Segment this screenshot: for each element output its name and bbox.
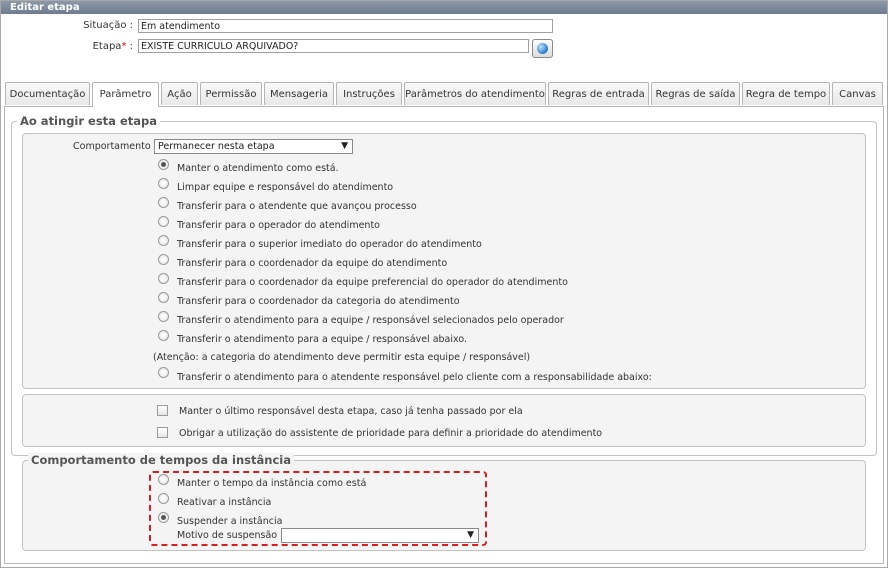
globe-icon <box>537 43 548 54</box>
etapa-label-colon: : <box>126 41 133 52</box>
option-label: Transferir o atendimento para a equipe /… <box>177 334 468 345</box>
tab-acao[interactable]: Ação <box>161 82 198 105</box>
section-ao-atingir-legend: Ao atingir esta etapa <box>17 114 160 128</box>
radio-transferir-coord-preferencial[interactable] <box>158 273 169 284</box>
highlight-box <box>149 471 487 546</box>
tab-permissao[interactable]: Permissão <box>200 82 262 105</box>
situacao-label: Situação : <box>83 20 133 31</box>
tab-regras-saida[interactable]: Regras de saída <box>651 82 740 105</box>
tab-parametro[interactable]: Parâmetro <box>92 82 159 107</box>
option-label: Transferir para o coordenador da equipe … <box>177 258 448 269</box>
radio-transferir-atendente[interactable] <box>158 197 169 208</box>
etapa-field[interactable] <box>138 39 529 53</box>
etapa-label-text: Etapa <box>92 41 122 52</box>
window-title: Editar etapa <box>1 1 887 14</box>
checkbox-obrigar-assistente[interactable] <box>157 427 168 438</box>
tab-canvas[interactable]: Canvas <box>832 82 883 105</box>
option-label: Limpar equipe e responsável do atendimen… <box>177 182 394 193</box>
radio-transferir-selecionados[interactable] <box>158 311 169 322</box>
radio-transferir-coord-categoria[interactable] <box>158 292 169 303</box>
etapa-label: Etapa* : <box>61 41 133 52</box>
checkbox-manter-ultimo-responsavel[interactable] <box>157 405 168 416</box>
option-label: Transferir o atendimento para a equipe /… <box>177 315 564 326</box>
option-label: Transferir para o superior imediato do o… <box>177 239 482 250</box>
radio-transferir-abaixo[interactable] <box>158 330 169 341</box>
etapa-lookup-button[interactable] <box>532 39 553 58</box>
radio-transferir-responsavel-cliente[interactable] <box>158 367 169 378</box>
tab-parametros-atendimento[interactable]: Parâmetros do atendimento <box>404 82 546 105</box>
option-label: Transferir para o atendente que avançou … <box>177 201 417 212</box>
option-label: Transferir o atendimento para o atendent… <box>177 372 652 383</box>
tab-regra-tempo[interactable]: Regra de tempo <box>742 82 830 105</box>
comportamento-select[interactable]: Permanecer nesta etapa ▼ <box>154 139 353 154</box>
option-label: Transferir para o coordenador da equipe … <box>177 277 568 288</box>
section-tempos-legend: Comportamento de tempos da instância <box>28 453 294 467</box>
situacao-field[interactable] <box>138 19 553 33</box>
option-label: Transferir para o coordenador da categor… <box>177 296 460 307</box>
option-label: Transferir para o operador do atendiment… <box>177 220 380 231</box>
tab-regras-entrada[interactable]: Regras de entrada <box>548 82 649 105</box>
chevron-down-icon: ▼ <box>341 141 348 151</box>
tab-mensageria[interactable]: Mensageria <box>264 82 334 105</box>
edit-stage-window: Editar etapa Situação : Etapa* : Documen… <box>0 0 888 568</box>
tab-instrucoes[interactable]: Instruções <box>336 82 402 105</box>
radio-transferir-operador[interactable] <box>158 216 169 227</box>
radio-limpar-equipe[interactable] <box>158 178 169 189</box>
radio-manter-atendimento[interactable] <box>158 159 169 170</box>
option-label: Manter o atendimento como está. <box>177 163 339 174</box>
attention-note: (Atenção: a categoria do atendimento dev… <box>153 352 531 363</box>
options-box <box>22 394 866 447</box>
tab-documentacao[interactable]: Documentação <box>5 82 90 105</box>
checkbox-label: Obrigar a utilização do assistente de pr… <box>179 428 603 439</box>
radio-transferir-superior[interactable] <box>158 235 169 246</box>
comportamento-value: Permanecer nesta etapa <box>158 141 275 152</box>
checkbox-label: Manter o último responsável desta etapa,… <box>179 406 523 417</box>
radio-transferir-coord-equipe[interactable] <box>158 254 169 265</box>
comportamento-label: Comportamento : <box>73 141 157 152</box>
